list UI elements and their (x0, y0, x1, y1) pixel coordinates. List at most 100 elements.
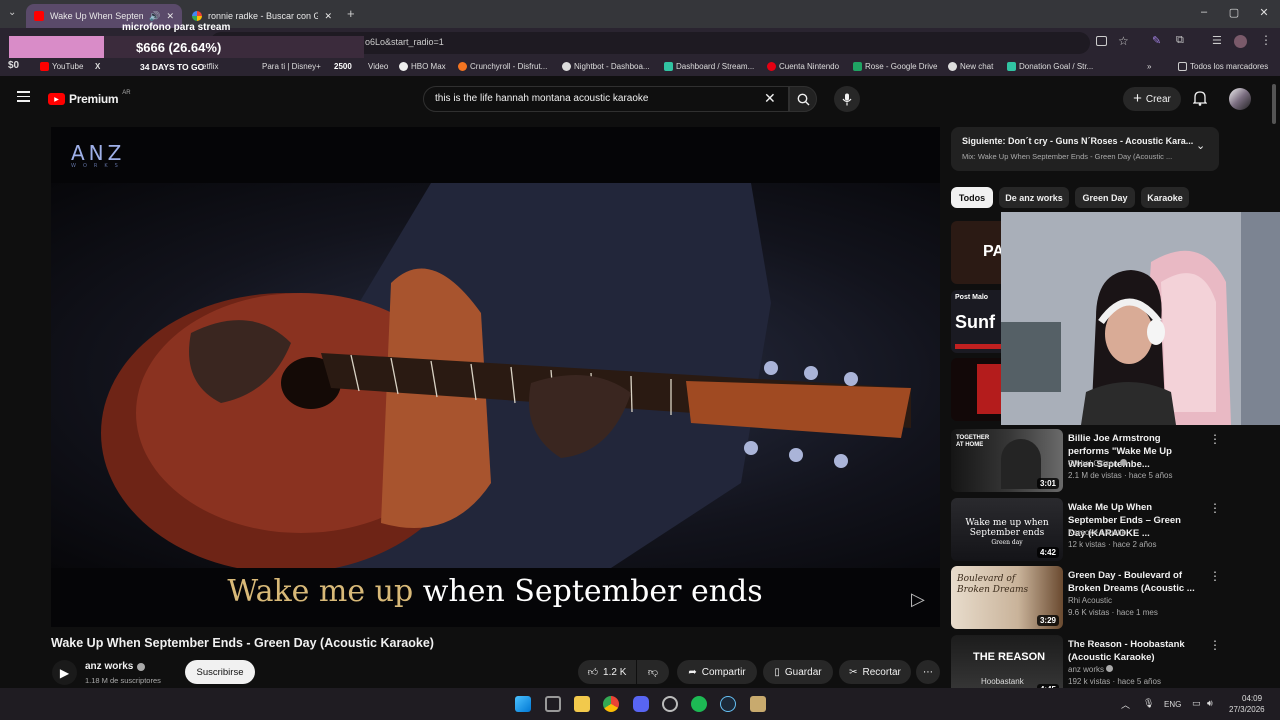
tab-search-dropdown[interactable]: ⌄ (8, 7, 16, 18)
discord-icon[interactable] (633, 696, 649, 712)
search-query-text: this is the life hannah montana acoustic… (435, 93, 649, 104)
bookmark-netflix[interactable]: etflix (202, 62, 218, 71)
partial-thumbnail[interactable] (951, 358, 1001, 421)
clock-date[interactable]: 27/3/2026 (1229, 705, 1265, 714)
tab-close-icon[interactable]: ✕ (324, 11, 332, 22)
recommendation-item[interactable]: Boulevard of Broken Dreams 3:29 Green Day… (951, 566, 1251, 630)
task-view-icon[interactable] (545, 696, 561, 712)
clip-button[interactable]: ✂ Recortar (839, 660, 911, 684)
lyric-upcoming-part: when September ends (413, 574, 763, 609)
chevron-down-icon[interactable]: ⌄ (1196, 139, 1205, 152)
chip-karaoke[interactable]: Karaoke (1141, 187, 1189, 208)
bookmark-disney[interactable]: Para ti | Disney+ (262, 62, 321, 71)
profile-avatar[interactable] (1234, 35, 1247, 48)
recommendation-item[interactable]: TOGETHER AT HOME 3:01 Billie Joe Armstro… (951, 429, 1251, 493)
menu-icon[interactable] (17, 91, 30, 102)
share-button[interactable]: ➦ Compartir (677, 660, 757, 684)
recommendation-meta: 2.1 M de vistas · hace 5 años (1068, 471, 1173, 480)
video-player[interactable]: ANZ WORKS ▷ (51, 127, 940, 627)
close-window-icon[interactable]: ✕ (1254, 6, 1274, 19)
video-thumbnail[interactable]: Boulevard of Broken Dreams 3:29 (951, 566, 1063, 629)
clock-time[interactable]: 04:09 (1242, 694, 1262, 703)
bookmarks-overflow-icon[interactable]: » (1147, 62, 1151, 71)
more-options-icon[interactable]: ⋮ (1209, 569, 1221, 583)
spotify-icon[interactable] (691, 696, 707, 712)
obs-icon[interactable] (662, 696, 678, 712)
chip-green-day[interactable]: Green Day (1075, 187, 1135, 208)
partial-thumbnail[interactable]: PA (951, 221, 1001, 284)
notifications-icon[interactable] (1192, 90, 1208, 111)
chip-todos[interactable]: Todos (951, 187, 993, 208)
bookmark-youtube[interactable]: YouTube (40, 62, 83, 71)
bookmark-hbo[interactable]: HBO Max (399, 62, 446, 71)
recommendation-item[interactable]: Wake me up when September ends Green day 4… (951, 498, 1251, 562)
network-icon[interactable]: ▭ (1192, 698, 1201, 709)
x-icon[interactable]: X (95, 62, 100, 71)
page-scrollbar[interactable] (1271, 84, 1277, 684)
search-button[interactable] (789, 86, 817, 112)
language-indicator[interactable]: ENG (1164, 700, 1181, 709)
more-options-icon[interactable]: ⋮ (1209, 432, 1221, 446)
youtube-premium-logo[interactable]: ▶ Premium AR (48, 90, 131, 106)
lyric-sung-part: Wake me up (227, 574, 414, 609)
file-explorer-icon[interactable] (574, 696, 590, 712)
chatgpt-icon (948, 62, 957, 71)
bookmark-crunchyroll[interactable]: Crunchyroll - Disfrut... (458, 62, 547, 71)
chip-de-anz-works[interactable]: De anz works (999, 187, 1069, 208)
steam-icon[interactable] (720, 696, 736, 712)
maximize-icon[interactable]: ▢ (1224, 6, 1244, 19)
bookmark-google-drive[interactable]: Rose - Google Drive (853, 62, 937, 71)
bookmark-chatgpt[interactable]: New chat (948, 62, 993, 71)
pen-icon[interactable]: ✎ (1152, 34, 1161, 47)
donation-goal-amount: $666 (26.64%) (136, 40, 222, 55)
video-thumbnail[interactable]: TOGETHER AT HOME 3:01 (951, 429, 1063, 492)
chrome-menu-icon[interactable]: ⋮ (1260, 33, 1272, 47)
microphone-icon (842, 93, 852, 105)
donation-progress-fill (9, 36, 104, 58)
bookmark-nightbot[interactable]: Nightbot - Dashboa... (562, 62, 650, 71)
like-button[interactable]: 👍︎ 1.2 K (578, 660, 636, 684)
streamelements-icon (1007, 62, 1016, 71)
minimize-icon[interactable]: – (1194, 6, 1214, 18)
more-actions-button[interactable]: ⋯ (916, 660, 940, 684)
partial-thumbnail[interactable]: Post Malo Sunf (951, 290, 1001, 353)
all-bookmarks[interactable]: Todos los marcadores (1178, 62, 1268, 71)
league-icon[interactable] (750, 696, 766, 712)
tab-close-icon[interactable]: ✕ (166, 11, 174, 22)
extensions-icon[interactable]: ⧉ (1176, 34, 1184, 47)
subscribe-button[interactable]: Suscribirse (185, 660, 255, 684)
more-options-icon[interactable]: ⋮ (1209, 638, 1221, 652)
premium-label: Premium (69, 92, 119, 106)
voice-search-button[interactable] (834, 86, 860, 112)
bookmark-icon: ▯ (774, 666, 780, 678)
windows-start-icon[interactable] (515, 696, 531, 712)
bookmark-star-icon[interactable]: ☆ (1118, 34, 1129, 48)
nintendo-icon (767, 62, 776, 71)
more-options-icon[interactable]: ⋮ (1209, 501, 1221, 515)
video-thumbnail[interactable]: Wake me up when September ends Green day 4… (951, 498, 1063, 561)
reading-list-icon[interactable]: ☰ (1212, 34, 1222, 47)
channel-name[interactable]: anz works (85, 661, 146, 672)
thumbs-down-icon: 👎︎ (647, 667, 659, 678)
chrome-icon[interactable] (603, 696, 619, 712)
save-button[interactable]: ▯ Guardar (763, 660, 833, 684)
bookmark-donation-goal[interactable]: Donation Goal / Str... (1007, 62, 1093, 71)
plus-icon: + (1133, 90, 1142, 107)
dislike-button[interactable]: 👎︎ (637, 660, 669, 684)
search-input[interactable]: this is the life hannah montana acoustic… (423, 86, 789, 112)
clear-search-icon[interactable]: ✕ (764, 90, 776, 107)
folder-icon (1178, 62, 1187, 71)
create-button[interactable]: + Crear (1123, 87, 1181, 111)
channel-avatar[interactable]: ▶ (52, 660, 77, 685)
tray-overflow-icon[interactable]: ︿ (1121, 698, 1130, 711)
account-avatar[interactable] (1229, 88, 1251, 110)
up-next-panel[interactable]: Siguiente: Don´t cry - Guns N´Roses - Ac… (951, 127, 1219, 171)
install-app-icon[interactable] (1096, 36, 1107, 46)
tray-mic-icon[interactable]: 🎙︎ (1143, 698, 1154, 709)
audio-icon: 🔊 (149, 10, 161, 21)
bookmark-streamelements[interactable]: Dashboard / Stream... (664, 62, 754, 71)
bookmark-nintendo[interactable]: Cuenta Nintendo (767, 62, 839, 71)
bookmark-prime-video[interactable]: Video (368, 62, 388, 71)
volume-icon[interactable]: 🔊︎ (1207, 698, 1213, 709)
new-tab-button[interactable]: + (347, 6, 355, 21)
